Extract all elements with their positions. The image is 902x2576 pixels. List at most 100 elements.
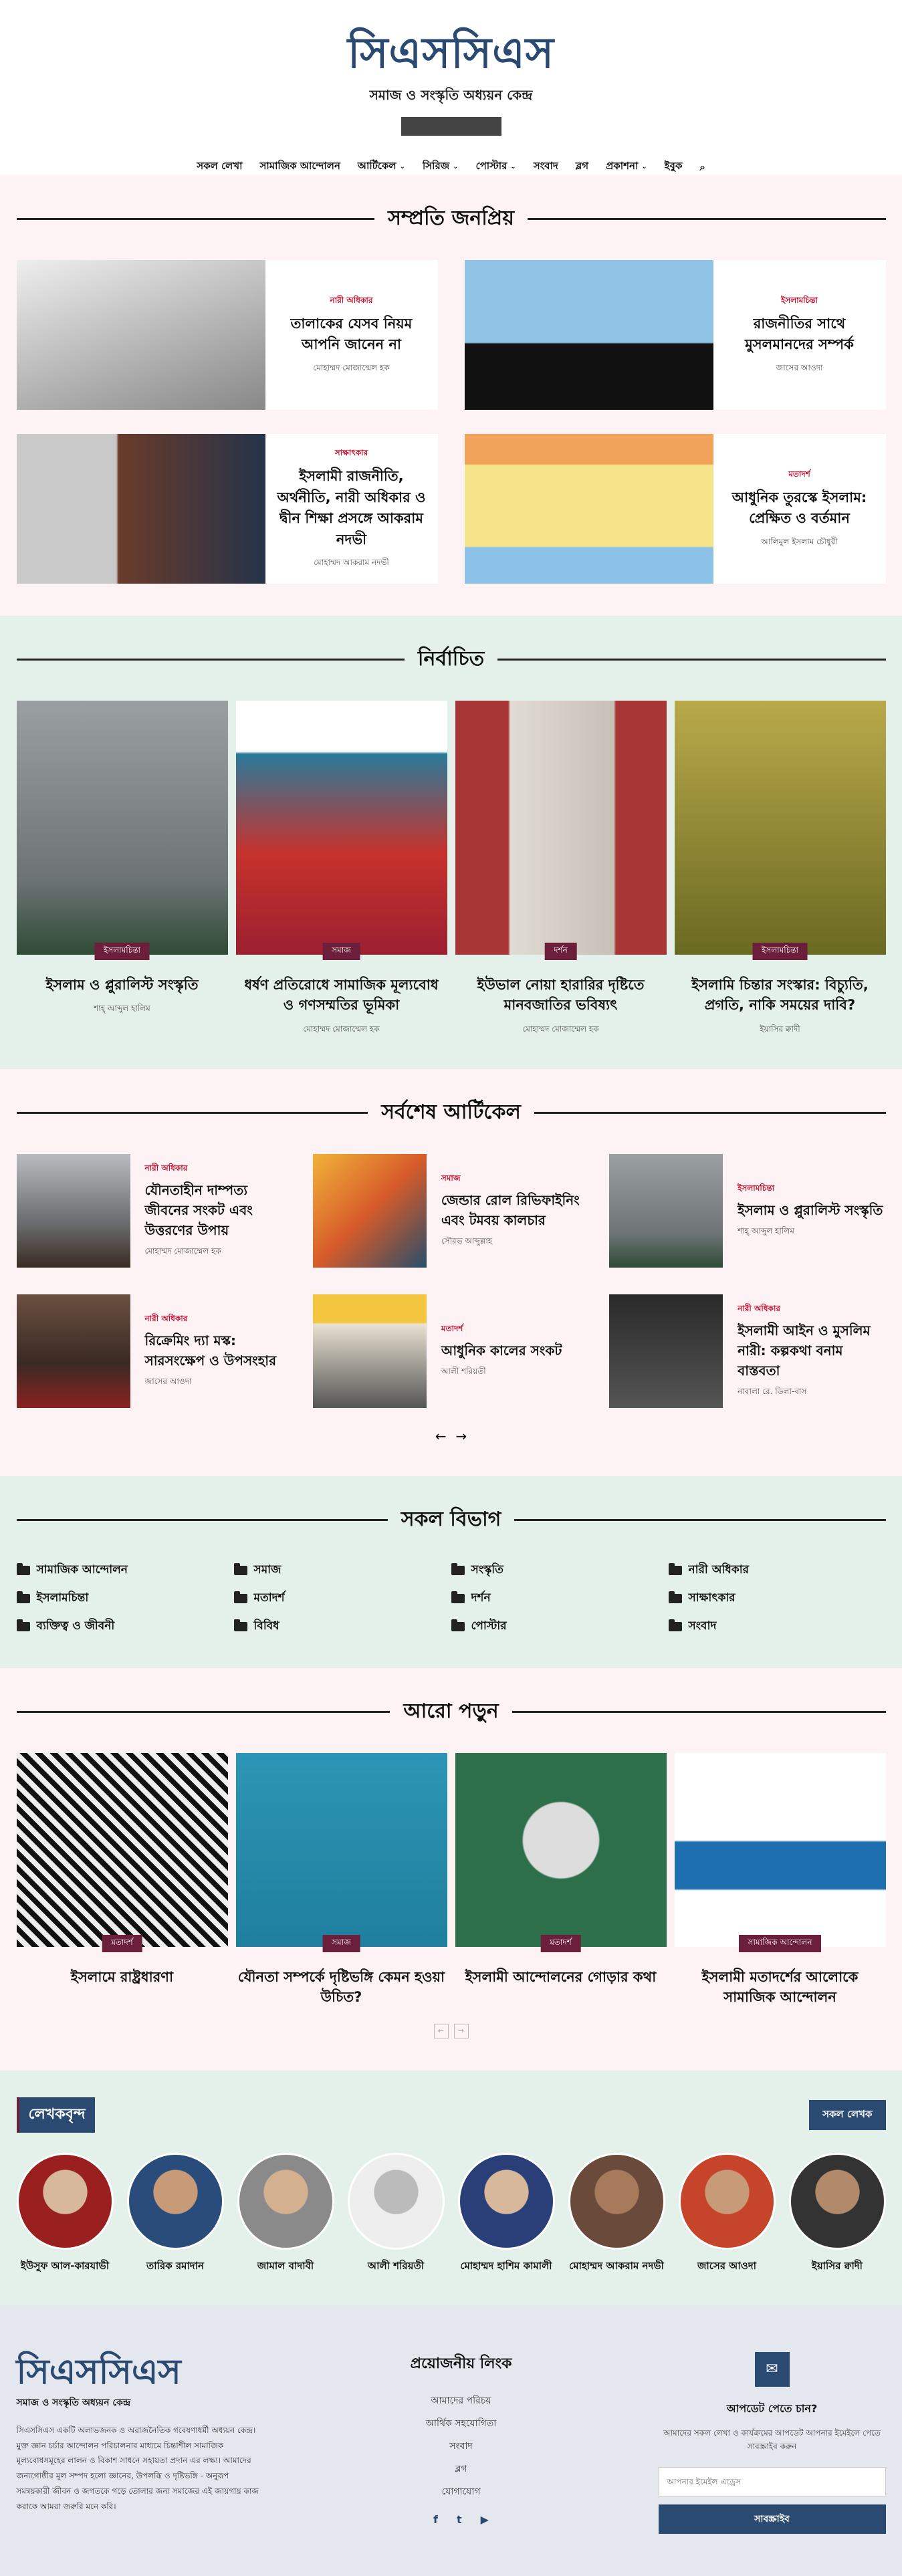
article-title[interactable]: ইসলাম ও প্লুরালিস্ট সংস্কৃতি [17, 975, 228, 995]
category-link[interactable]: ইসলামচিন্তা [16, 1589, 234, 1608]
category-badge[interactable]: দর্শন [544, 943, 577, 960]
article-image[interactable]: মতাদর্শ [16, 1752, 228, 1952]
author-name[interactable]: মোহাম্মদ মোজাম্মেল হক [455, 1024, 667, 1037]
author-name[interactable]: মোহাম্মদ মোজাম্মেল হক [236, 1024, 447, 1037]
article-title[interactable]: জেন্ডার রোল রিভিফাইনিং এবং টমবয় কালচার [441, 1190, 589, 1230]
category-badge[interactable]: ইসলামচিন্তা [94, 943, 150, 960]
category-badge[interactable]: মতাদর্শ [102, 1934, 142, 1952]
latest-card[interactable]: সমাজ জেন্ডার রোল রিভিফাইনিং এবং টমবয় কাল… [312, 1153, 589, 1268]
latest-card[interactable]: নারী অধিকার যৌনতাহীন দাম্পত্য জীবনের সংকট… [16, 1153, 293, 1268]
featured-card[interactable]: দর্শন ইউভাল নোয়া হারারির দৃষ্টিতে মানবজা… [455, 701, 667, 1037]
category-link[interactable]: সাক্ষাৎকার [668, 1589, 886, 1608]
category-link[interactable]: সামাজিক আন্দোলন [16, 1561, 234, 1580]
writer-name[interactable]: আলী শরিয়তী [348, 2259, 445, 2273]
category-badge[interactable]: সমাজ [322, 943, 360, 960]
footer-link[interactable]: ব্লগ [361, 2461, 562, 2477]
writer-name[interactable]: জামাল বাদাবী [237, 2259, 334, 2273]
footer-link[interactable]: সংবাদ [361, 2438, 562, 2454]
avatar[interactable] [16, 2152, 114, 2250]
avatar[interactable] [126, 2152, 224, 2250]
author-name[interactable]: শাহ্ আব্দুল হালিম [738, 1225, 883, 1239]
article-image[interactable] [312, 1294, 427, 1408]
footer-link[interactable]: আমাদের পরিচয় [361, 2393, 562, 2409]
category-label[interactable]: মতাদর্শ [788, 469, 810, 482]
twitter-icon[interactable]: t [457, 2513, 462, 2526]
latest-card[interactable]: নারী অধিকার রিক্রেমিং দ্যা মস্ক: সারসংক্ষ… [16, 1294, 293, 1408]
article-image[interactable] [464, 260, 713, 410]
article-image[interactable] [16, 1294, 130, 1408]
next-arrow-icon[interactable]: → [453, 2023, 469, 2038]
article-title[interactable]: তালাকের যেসব নিয়ম আপনি জানেন না [275, 314, 429, 356]
nav-item[interactable]: সামাজিক আন্দোলন [260, 158, 340, 175]
author-name[interactable]: জাসের আওদা [145, 1376, 293, 1389]
category-link[interactable]: বিবিধ [233, 1617, 451, 1636]
author-name[interactable]: আলিমুল ইসলাম চৌধুরী [761, 536, 837, 550]
featured-card[interactable]: ইসলামচিন্তা ইসলাম ও প্লুরালিস্ট সংস্কৃতি শ… [16, 701, 228, 1037]
article-image[interactable]: সমাজ [235, 701, 447, 960]
nav-item[interactable]: পোস্টার ⌄ [476, 158, 516, 175]
writer-card[interactable]: তারিক রমাদান [126, 2152, 224, 2273]
category-label[interactable]: নারী অধিকার [145, 1313, 293, 1326]
prev-arrow-icon[interactable]: ← [435, 1428, 447, 1444]
category-link[interactable]: ব্যক্তিত্ব ও জীবনী [16, 1617, 234, 1636]
avatar[interactable] [678, 2152, 776, 2250]
article-image[interactable]: ইসলামচিন্তা [16, 701, 228, 960]
category-link[interactable]: সমাজ [233, 1561, 451, 1580]
all-writers-button[interactable]: সকল লেখক [809, 2099, 886, 2130]
more-card[interactable]: সামাজিক আন্দোলন ইসলামী মতাদর্শের আলোকে সা… [674, 1752, 886, 2008]
article-title[interactable]: ইসলামে রাষ্ট্রধারণা [17, 1967, 228, 1987]
category-label[interactable]: সমাজ [441, 1173, 589, 1186]
avatar[interactable] [457, 2152, 555, 2250]
nav-item[interactable]: ব্লগ [576, 158, 588, 175]
nav-item[interactable]: সংবাদ [534, 158, 558, 175]
subscribe-button[interactable]: সাবস্ক্রাইব [658, 2504, 886, 2534]
category-link[interactable]: নারী অধিকার [668, 1561, 886, 1580]
author-name[interactable]: মোহাম্মদ আকরাম নদভী [314, 557, 389, 570]
popular-card[interactable]: নারী অধিকার তালাকের যেসব নিয়ম আপনি জানেন… [16, 260, 438, 410]
writer-card[interactable]: ইউসুফ আল-কারযাভী [16, 2152, 114, 2273]
article-title[interactable]: ইসলামি চিন্তার সংস্কার: বিচ্যুতি, প্রগতি… [675, 975, 886, 1016]
author-name[interactable]: মোহাম্মদ মোজাম্মেল হক [313, 362, 389, 376]
article-title[interactable]: রাজনীতির সাথে মুসলমানদের সম্পর্ক [723, 314, 877, 356]
nav-item[interactable]: সকল লেখা [197, 158, 242, 175]
category-link[interactable]: সংস্কৃতি [451, 1561, 669, 1580]
category-link[interactable]: মতাদর্শ [233, 1589, 451, 1608]
writer-card[interactable]: ইয়াসির ক্বাদী [788, 2152, 886, 2273]
article-image[interactable] [312, 1153, 427, 1268]
category-label[interactable]: ইসলামচিন্তা [738, 1183, 883, 1196]
article-title[interactable]: ইসলামী মতাদর্শের আলোকে সামাজিক আন্দোলন [675, 1967, 886, 2008]
more-card[interactable]: সমাজ যৌনতা সম্পর্কে দৃষ্টিভঙ্গি কেমন হওয়… [235, 1752, 447, 2008]
article-title[interactable]: ইউভাল নোয়া হারারির দৃষ্টিতে মানবজাতির ভ… [455, 975, 667, 1016]
category-badge[interactable]: সমাজ [322, 1934, 360, 1952]
article-image[interactable]: সমাজ [235, 1752, 447, 1952]
writer-card[interactable]: জামাল বাদাবী [237, 2152, 334, 2273]
article-image[interactable] [16, 260, 265, 410]
article-title[interactable]: যৌনতাহীন দাম্পত্য জীবনের সংকট এবং উত্তরণ… [145, 1180, 293, 1240]
more-card[interactable]: মতাদর্শ ইসলামী আন্দোলনের গোড়ার কথা [455, 1752, 667, 2008]
category-label[interactable]: নারী অধিকার [145, 1163, 293, 1176]
category-label[interactable]: মতাদর্শ [441, 1323, 562, 1336]
category-badge[interactable]: মতাদর্শ [540, 1934, 581, 1952]
article-image[interactable]: ইসলামচিন্তা [674, 701, 886, 960]
featured-card[interactable]: ইসলামচিন্তা ইসলামি চিন্তার সংস্কার: বিচ্য… [674, 701, 886, 1037]
author-name[interactable]: নাবালা রে. ডিলা-বাস [738, 1386, 885, 1399]
site-logo[interactable]: সিএসসিএস [0, 27, 902, 80]
writer-name[interactable]: মোহাম্মদ হাশিম কামালী [458, 2259, 555, 2273]
search-icon[interactable]: ⌕ [699, 161, 705, 173]
article-image[interactable] [609, 1294, 723, 1408]
article-image[interactable] [609, 1153, 723, 1268]
footer-link[interactable]: যোগাযোগ [361, 2484, 562, 2500]
article-image[interactable] [16, 434, 265, 584]
author-name[interactable]: মোহাম্মদ মোজাম্মেল হক [145, 1246, 293, 1259]
author-name[interactable]: শাহ্ আব্দুল হালিম [17, 1003, 228, 1016]
nav-item[interactable]: ইবুক [665, 158, 683, 175]
writer-name[interactable]: মোহাম্মদ আকরাম নদভী [568, 2259, 665, 2273]
popular-card[interactable]: সাক্ষাৎকার ইসলামী রাজনীতি, অর্থনীতি, নারী… [16, 434, 438, 584]
article-image[interactable]: মতাদর্শ [455, 1752, 667, 1952]
category-badge[interactable]: ইসলামচিন্তা [752, 943, 808, 960]
writer-name[interactable]: তারিক রমাদান [127, 2259, 224, 2273]
article-title[interactable]: রিক্রেমিং দ্যা মস্ক: সারসংক্ষেপ ও উপসংহা… [145, 1330, 293, 1371]
category-badge[interactable]: সামাজিক আন্দোলন [738, 1934, 822, 1952]
latest-card[interactable]: নারী অধিকার ইসলামী আইন ও মুসলিম নারী: কল্… [609, 1294, 885, 1408]
article-title[interactable]: ইসলামী রাজনীতি, অর্থনীতি, নারী অধিকার ও … [275, 466, 429, 550]
